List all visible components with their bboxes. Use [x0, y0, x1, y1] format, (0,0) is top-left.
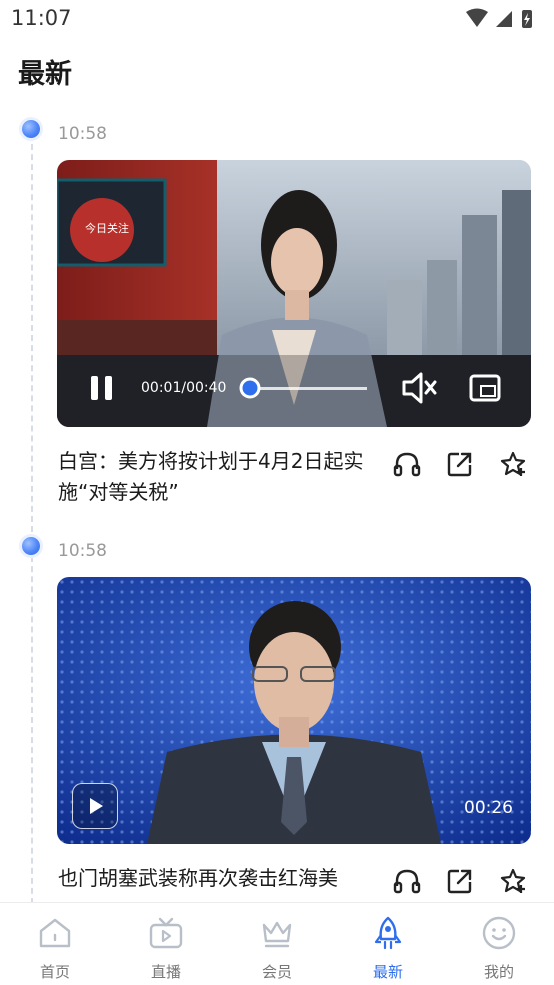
listen-button[interactable]: [392, 449, 422, 479]
video-duration: 00:26: [464, 798, 513, 818]
bottom-tab-bar: 首页 直播 会员 最新 我的: [0, 902, 554, 985]
timeline-dot: [22, 537, 40, 555]
news-actions: [392, 866, 532, 896]
smiley-icon: [482, 916, 516, 950]
rocket-icon: [374, 916, 402, 950]
tab-latest[interactable]: 最新: [333, 903, 443, 985]
tab-label: 直播: [150, 963, 181, 981]
news-title[interactable]: 白宫：美方将按计划于4月2日起实施“对等关税”: [58, 446, 370, 508]
tab-label: 首页: [39, 963, 70, 981]
crown-icon: [262, 921, 292, 948]
share-icon: [447, 452, 472, 477]
tab-vip[interactable]: 会员: [222, 903, 332, 985]
star-plus-icon: [500, 451, 526, 476]
mute-button[interactable]: [397, 368, 441, 410]
status-bar: 11:07: [0, 0, 554, 38]
signal-icon: [496, 11, 512, 27]
star-plus-icon: [500, 868, 526, 893]
headphones-icon: [393, 452, 421, 477]
wifi-icon: [466, 8, 488, 27]
tv-icon: [149, 917, 183, 949]
page-title: 最新: [18, 59, 72, 90]
share-button[interactable]: [445, 866, 475, 896]
headphones-icon: [393, 869, 421, 894]
share-button[interactable]: [445, 449, 475, 479]
playback-time: 00:01/00:40: [141, 380, 227, 396]
fullscreen-button[interactable]: [465, 368, 507, 410]
progress-slider[interactable]: [235, 375, 375, 401]
share-icon: [447, 869, 472, 894]
status-icons: [466, 8, 532, 28]
timeline-line: [31, 134, 33, 914]
listen-button[interactable]: [392, 866, 422, 896]
pause-button[interactable]: [81, 368, 123, 410]
battery-icon: [522, 10, 532, 28]
tab-label: 最新: [372, 963, 403, 981]
status-time: 11:07: [11, 6, 72, 30]
tab-label: 我的: [483, 963, 514, 981]
news-actions: [392, 449, 532, 479]
play-button[interactable]: [72, 783, 118, 829]
timeline-dot: [22, 120, 40, 138]
tab-home[interactable]: 首页: [0, 903, 110, 985]
video-player[interactable]: 今日关注 00:01/00:40: [57, 160, 531, 427]
favorite-button[interactable]: [498, 866, 528, 896]
tab-label: 会员: [261, 963, 292, 981]
news-time: 10:58: [58, 541, 107, 561]
news-title[interactable]: 也门胡塞武装称再次袭击红海美: [58, 863, 370, 894]
home-icon: [39, 918, 71, 948]
favorite-button[interactable]: [498, 449, 528, 479]
news-time: 10:58: [58, 124, 107, 144]
video-player[interactable]: 00:26: [57, 577, 531, 844]
tab-live[interactable]: 直播: [111, 903, 221, 985]
video-frame-studio: [57, 577, 531, 844]
tab-me[interactable]: 我的: [444, 903, 554, 985]
play-icon: [90, 798, 103, 814]
